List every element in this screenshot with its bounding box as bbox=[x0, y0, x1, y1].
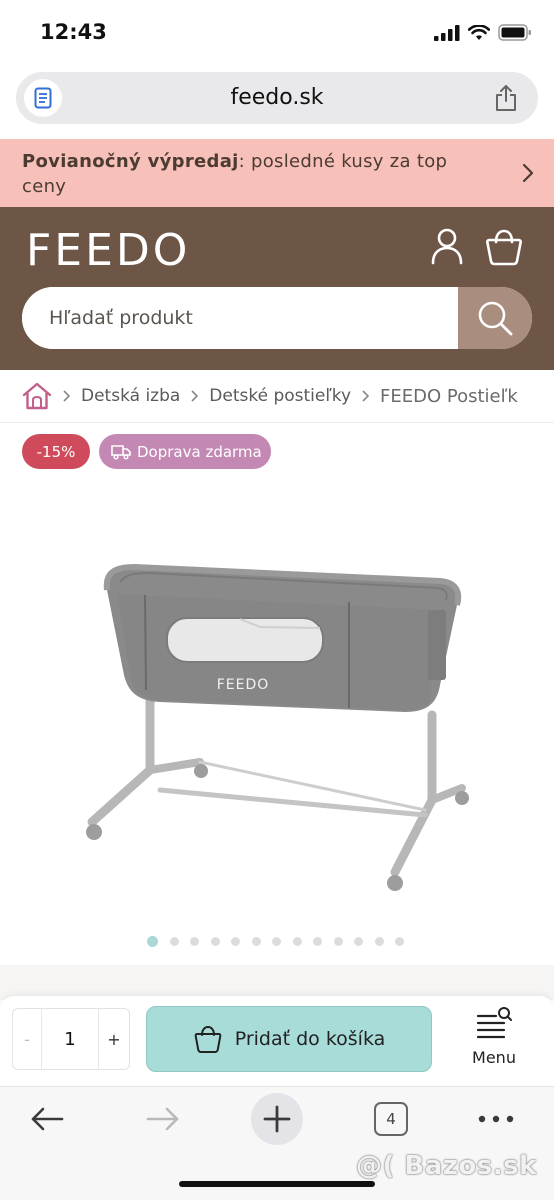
status-icons bbox=[434, 24, 532, 41]
truck-icon bbox=[111, 444, 131, 459]
carousel-dot[interactable] bbox=[292, 937, 302, 946]
carousel-dot[interactable] bbox=[272, 937, 281, 946]
sticky-cart-bar: - 1 + Pridať do košíka Menu bbox=[0, 996, 554, 1086]
share-icon[interactable] bbox=[494, 84, 518, 112]
wheel bbox=[194, 764, 208, 778]
wifi-icon bbox=[468, 24, 490, 40]
promo-text: Povianočný výpredaj: posledné kusy za to… bbox=[22, 149, 492, 199]
plus-icon bbox=[251, 1093, 303, 1145]
discount-badge: -15% bbox=[22, 434, 90, 469]
wheel bbox=[387, 875, 403, 891]
arrow-right-icon bbox=[146, 1107, 179, 1131]
back-button[interactable] bbox=[26, 1097, 68, 1141]
search-button[interactable] bbox=[458, 287, 532, 349]
carousel-dot[interactable] bbox=[395, 937, 404, 946]
battery-icon bbox=[498, 24, 531, 41]
tab-count: 4 bbox=[374, 1102, 408, 1136]
chevron-right-icon bbox=[190, 389, 199, 403]
carousel-dot[interactable] bbox=[190, 937, 199, 946]
menu-label: Menu bbox=[472, 1048, 516, 1067]
forward-button[interactable] bbox=[142, 1097, 184, 1141]
home-indicator[interactable] bbox=[179, 1181, 375, 1187]
signal-icon bbox=[434, 24, 460, 41]
search-input[interactable] bbox=[22, 287, 458, 349]
cart-icon[interactable] bbox=[484, 227, 524, 267]
account-icon[interactable] bbox=[430, 227, 464, 265]
arrow-left-icon bbox=[31, 1107, 64, 1131]
address-bar[interactable]: feedo.sk bbox=[16, 72, 538, 124]
wheel bbox=[86, 824, 102, 840]
status-time: 12:43 bbox=[40, 20, 107, 44]
quantity-decrease-button[interactable]: - bbox=[13, 1030, 41, 1049]
carousel-dot[interactable] bbox=[333, 937, 343, 946]
site-header: FEEDO bbox=[0, 207, 554, 370]
carousel-dots bbox=[147, 936, 404, 947]
breadcrumb: Detská izba Detské postieľky FEEDO Posti… bbox=[22, 380, 518, 412]
carousel-dot[interactable] bbox=[313, 937, 322, 946]
status-bar: 12:43 bbox=[0, 0, 554, 64]
quantity-increase-button[interactable]: + bbox=[99, 1030, 129, 1049]
promo-title: Povianočný výpredaj bbox=[22, 151, 239, 172]
page: 12:43 feedo.sk Povianočný výpredaj: posl… bbox=[0, 0, 554, 1200]
carousel-dot[interactable] bbox=[210, 937, 220, 946]
carousel-dot[interactable] bbox=[169, 937, 179, 946]
chevron-right-icon bbox=[361, 389, 370, 403]
chevron-right-icon[interactable] bbox=[522, 163, 534, 183]
carousel-dot[interactable] bbox=[374, 937, 384, 946]
new-tab-button[interactable] bbox=[251, 1092, 303, 1146]
home-icon[interactable] bbox=[22, 382, 52, 410]
promo-banner[interactable]: Povianočný výpredaj: posledné kusy za to… bbox=[0, 139, 554, 207]
divider bbox=[0, 422, 554, 423]
menu-search-icon bbox=[476, 1007, 512, 1039]
url-text[interactable]: feedo.sk bbox=[16, 85, 538, 110]
product-image[interactable]: FEEDO bbox=[0, 470, 554, 930]
free-shipping-badge: Doprava zdarma bbox=[99, 434, 271, 469]
breadcrumb-item-detske-postielky[interactable]: Detské postieľky bbox=[209, 386, 351, 406]
quantity-stepper: - 1 + bbox=[12, 1008, 130, 1070]
more-icon bbox=[478, 1115, 514, 1123]
search-icon bbox=[478, 301, 513, 336]
add-to-cart-button[interactable]: Pridať do košíka bbox=[146, 1006, 432, 1072]
carousel-dot[interactable] bbox=[231, 937, 240, 946]
more-button[interactable] bbox=[478, 1097, 514, 1141]
quantity-input[interactable]: 1 bbox=[41, 1008, 99, 1070]
breadcrumb-current: FEEDO Postieľk bbox=[380, 385, 518, 407]
carousel-dot[interactable] bbox=[251, 937, 261, 946]
free-shipping-label: Doprava zdarma bbox=[137, 442, 262, 461]
bag-icon bbox=[194, 1025, 222, 1053]
product-brand-print: FEEDO bbox=[217, 677, 270, 693]
add-to-cart-label: Pridať do košíka bbox=[234, 1028, 386, 1050]
tabs-button[interactable]: 4 bbox=[374, 1097, 408, 1141]
watermark: @( Bazos.sk bbox=[356, 1151, 537, 1181]
breadcrumb-item-detska-izba[interactable]: Detská izba bbox=[81, 386, 180, 406]
wheel bbox=[455, 791, 469, 805]
content-band bbox=[0, 965, 554, 1000]
carousel-dot[interactable] bbox=[354, 937, 363, 946]
search-bar bbox=[22, 287, 532, 349]
carousel-dot[interactable] bbox=[147, 936, 158, 947]
logo[interactable]: FEEDO bbox=[26, 225, 190, 276]
menu-button[interactable]: Menu bbox=[462, 1006, 526, 1072]
chevron-right-icon bbox=[62, 389, 71, 403]
